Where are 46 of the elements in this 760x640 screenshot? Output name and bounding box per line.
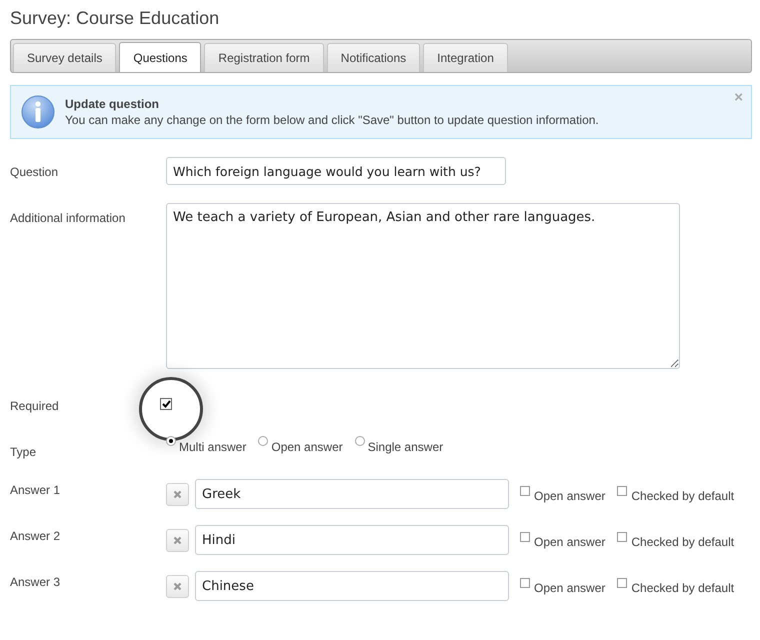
radio-button[interactable] [166, 436, 176, 446]
tab[interactable]: Questions [119, 42, 202, 72]
radio-button[interactable] [354, 436, 365, 446]
field-label: Answer 2 [10, 528, 62, 543]
answer-field[interactable]: Chinese [195, 571, 509, 601]
answer-field[interactable]: Hindi [195, 525, 509, 555]
field-label: Required [10, 398, 60, 413]
radio-label: Multi answer [179, 439, 246, 454]
checkbox-label: Open answer [534, 580, 606, 594]
required-checkbox[interactable] [160, 398, 172, 410]
tab[interactable]: Registration form [204, 43, 324, 72]
checkbox-label: Checked by default [631, 580, 734, 594]
remove-button[interactable] [166, 574, 189, 598]
close-icon [173, 582, 182, 590]
checkbox[interactable] [617, 486, 628, 496]
question-field[interactable]: Which foreign language would you learn with us? [166, 157, 506, 185]
checkbox[interactable] [617, 532, 628, 542]
radio-button[interactable] [258, 436, 268, 446]
close-icon [173, 536, 182, 544]
checkbox[interactable] [520, 532, 530, 542]
field-label: Answer 1 [10, 482, 62, 497]
checkbox[interactable] [520, 486, 530, 496]
tab[interactable]: Integration [423, 43, 508, 72]
field-label: Type [10, 444, 38, 459]
page-title: Survey: Course Education [10, 8, 220, 29]
field-label: Answer 3 [10, 574, 62, 589]
checkbox-label: Checked by default [631, 488, 734, 502]
tab[interactable]: Notifications [326, 43, 420, 72]
radio-label: Open answer [271, 439, 343, 454]
checkbox[interactable] [617, 578, 628, 588]
checkbox-label: Open answer [534, 488, 606, 502]
checkbox[interactable] [520, 578, 530, 588]
remove-button[interactable] [166, 528, 189, 552]
additional-info-field[interactable]: We teach a variety of European, Asian and other rare languages. [166, 203, 680, 369]
notice-message: You can make any change on the form below and click "Save" button to update question information. [65, 113, 599, 127]
remove-button[interactable] [166, 482, 189, 506]
info-icon [21, 95, 55, 129]
field-label: Additional information [10, 210, 126, 225]
close-icon [173, 490, 182, 498]
answer-field[interactable]: Greek [195, 479, 509, 509]
radio-label: Single answer [368, 439, 444, 454]
checkbox-label: Open answer [534, 534, 606, 548]
notice-title: Update question [65, 97, 160, 111]
field-label: Question [10, 164, 60, 179]
checkbox-label: Checked by default [631, 534, 734, 548]
tab[interactable]: Survey details [13, 43, 116, 72]
